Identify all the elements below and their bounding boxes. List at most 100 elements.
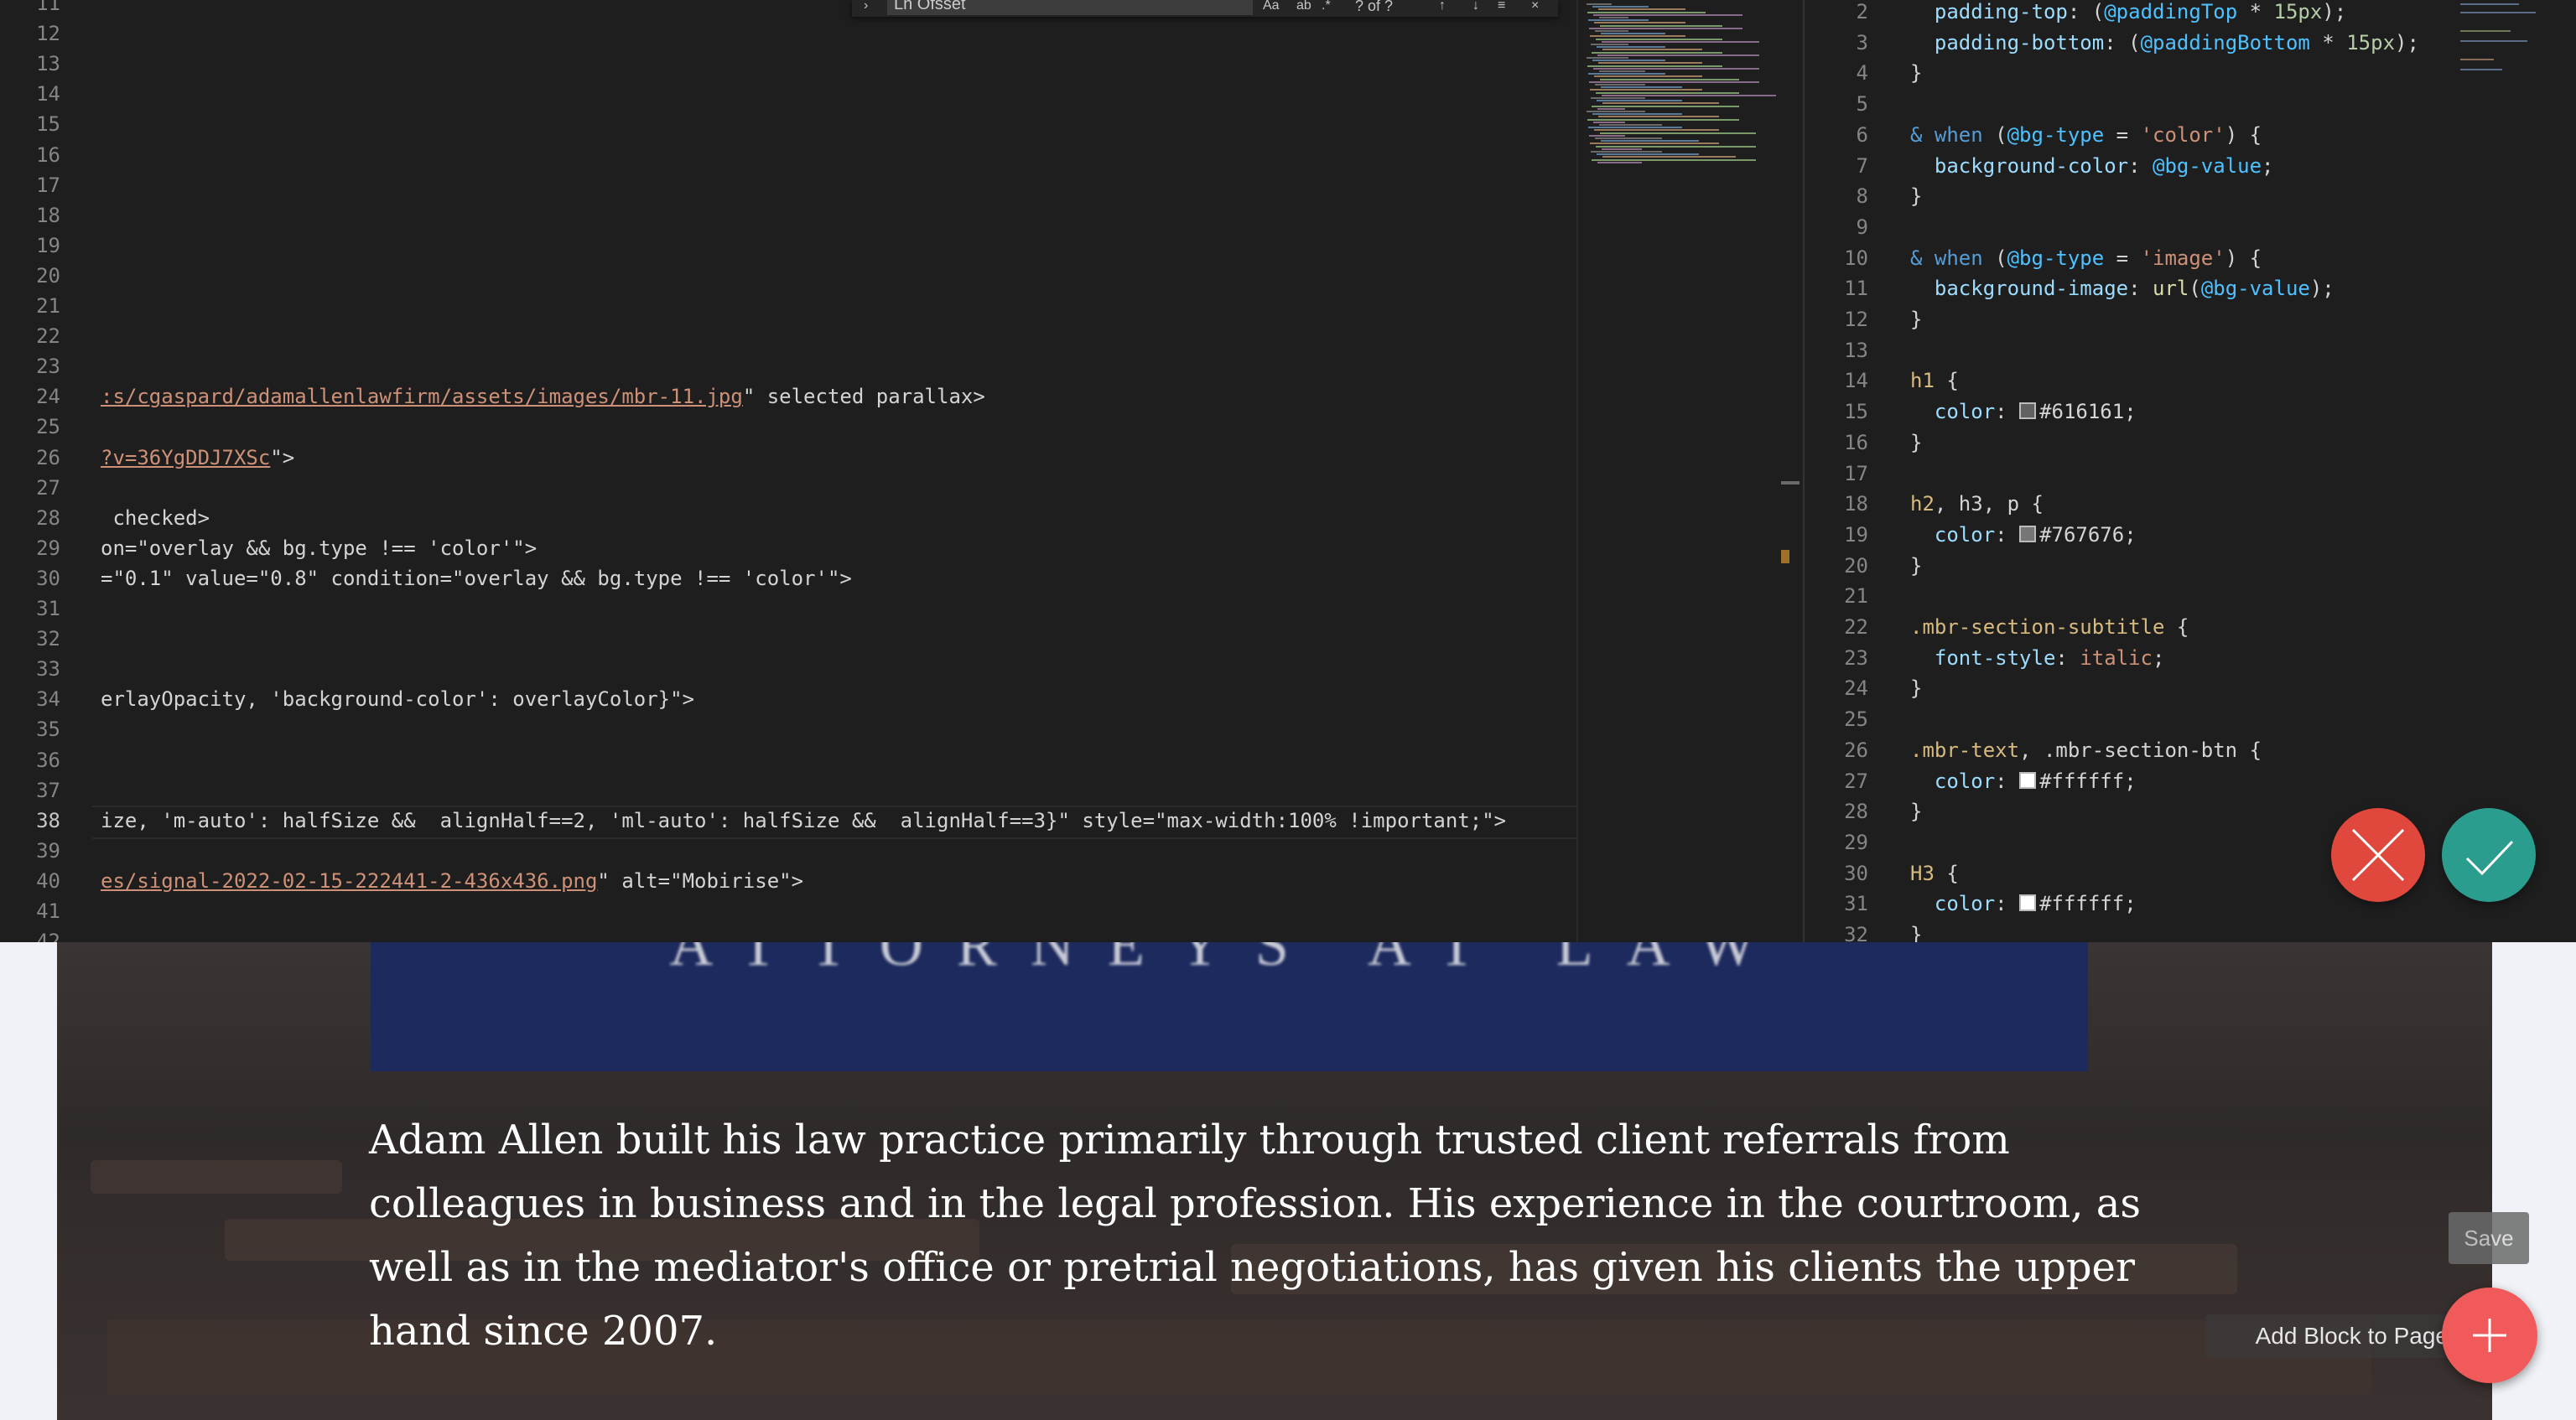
css-code-line[interactable]: } (1910, 181, 1922, 211)
css-code-line[interactable]: padding-top: (@paddingTop * 15px); (1910, 0, 2346, 27)
css-code-line[interactable]: font-style: italic; (1910, 643, 2165, 673)
check-icon (2442, 808, 2536, 902)
html-editor[interactable]: › Ln Ofsset Aa ab .* ? of ? ↑ ↓ ≡ × 11 12… (0, 0, 1576, 942)
line-number: 16 (36, 143, 60, 167)
bio-line: colleagues in business and in the legal … (369, 1180, 2141, 1227)
find-in-selection-icon[interactable]: ≡ (1498, 0, 1505, 13)
minimap-line (1600, 78, 1739, 80)
css-code-line[interactable]: } (1910, 551, 1922, 581)
apply-button[interactable] (2442, 808, 2536, 902)
line-number: 24 (36, 385, 60, 409)
minimap-line (1601, 33, 1665, 35)
match-case-icon[interactable]: Aa (1263, 0, 1280, 13)
css-code-line[interactable]: color: #767676; (1910, 520, 2137, 550)
line-number: 31 (1844, 892, 1868, 916)
minimap-line (1594, 75, 1702, 78)
code-link[interactable]: ?v=36YgDDJ7XSc (101, 446, 270, 469)
css-code-line[interactable]: background-image: url(@bg-value); (1910, 273, 2334, 303)
line-number: 21 (36, 294, 60, 318)
minimap-line (1593, 121, 1625, 123)
css-code-line[interactable]: color: #616161; (1910, 396, 2137, 427)
previous-match-icon[interactable]: ↑ (1439, 0, 1446, 13)
bio-text[interactable]: Adam Allen built his law practice primar… (369, 1108, 2147, 1363)
minimap-line (1602, 94, 1776, 96)
minimap-line (1597, 46, 1665, 49)
code-line[interactable]: erlayOpacity, 'background-color': overla… (101, 684, 694, 714)
css-code-line[interactable]: h2, h3, p { (1910, 489, 2044, 519)
line-number: 16 (1844, 430, 1868, 454)
minimap-line (1593, 67, 1759, 70)
code-line[interactable]: ?v=36YgDDJ7XSc"> (101, 443, 294, 473)
minimap[interactable] (1576, 0, 1781, 942)
line-number: 12 (36, 22, 60, 46)
next-match-icon[interactable]: ↓ (1472, 0, 1479, 13)
plus-icon (2473, 1319, 2506, 1352)
editor-scrollbar[interactable] (1778, 0, 1803, 942)
code-line[interactable]: checked> (101, 503, 210, 533)
minimap-line (1587, 111, 1645, 112)
regex-icon[interactable]: .* (1322, 0, 1331, 13)
line-number: 30 (1844, 861, 1868, 885)
css-code-line[interactable]: H3 { (1910, 858, 1959, 889)
css-code-line[interactable]: } (1910, 58, 1922, 88)
line-number: 13 (36, 52, 60, 76)
match-word-icon[interactable]: ab (1296, 0, 1311, 13)
color-swatch[interactable] (2019, 525, 2037, 542)
minimap-line (1595, 84, 1645, 86)
line-number: 42 (36, 930, 60, 942)
scrollbar-thumb[interactable] (1781, 481, 1800, 485)
chevron-right-icon[interactable]: › (864, 0, 868, 13)
close-find-icon[interactable]: × (1531, 0, 1539, 13)
line-number: 29 (36, 536, 60, 560)
save-button[interactable]: Save (2449, 1212, 2529, 1264)
css-code-line[interactable]: .mbr-text, .mbr-section-btn { (1910, 735, 2262, 765)
color-swatch[interactable] (2019, 771, 2037, 789)
css-minimap[interactable] (2460, 0, 2561, 92)
css-code-line[interactable]: padding-bottom: (@paddingBottom * 15px); (1910, 28, 2419, 58)
code-link[interactable]: :s/cgaspard/adamallenlawfirm/assets/imag… (101, 385, 743, 408)
line-number: 26 (36, 445, 60, 469)
minimap-line (1594, 129, 1719, 132)
minimap-line (1591, 44, 1628, 45)
css-code-line[interactable]: background-color: @bg-value; (1910, 151, 2274, 181)
css-code-line[interactable]: h1 { (1910, 365, 1959, 396)
line-number: 17 (36, 173, 60, 197)
code-link[interactable]: es/signal-2022-02-15-222441-2-436x436.pn… (101, 869, 597, 893)
css-code-line[interactable]: & when (@bg-type = 'image') { (1910, 243, 2262, 273)
css-code-line[interactable]: } (1910, 304, 1922, 334)
line-number: 13 (1844, 338, 1868, 362)
css-code-line[interactable]: } (1910, 428, 1922, 458)
line-number: 30 (36, 566, 60, 590)
code-line[interactable]: ize, 'm-auto': halfSize && alignHalf==2,… (101, 806, 1506, 836)
code-line[interactable]: on="overlay && bg.type !== 'color'"> (101, 533, 537, 563)
line-number: 33 (36, 657, 60, 681)
code-line[interactable]: ="0.1" value="0.8" condition="overlay &&… (101, 563, 852, 593)
css-editor[interactable]: 2 padding-top: (@paddingTop * 15px); 3 pa… (1803, 0, 2576, 942)
line-number: 27 (36, 475, 60, 500)
line-number: 21 (1844, 584, 1868, 609)
find-input[interactable]: Ln Ofsset (887, 0, 1253, 15)
code-line[interactable]: :s/cgaspard/adamallenlawfirm/assets/imag… (101, 381, 985, 412)
minimap-line (1597, 54, 1759, 56)
css-code-line[interactable]: & when (@bg-type = 'color') { (1910, 120, 2262, 150)
minimap-line (1590, 35, 1685, 38)
css-code-line[interactable]: .mbr-section-subtitle { (1910, 612, 2189, 642)
minimap-line (1597, 100, 1682, 102)
line-number: 14 (36, 82, 60, 106)
line-number: 28 (1844, 800, 1868, 824)
css-code-line[interactable]: color: #ffffff; (1910, 766, 2137, 796)
css-code-line[interactable]: } (1910, 920, 1922, 942)
color-swatch[interactable] (2019, 402, 2037, 420)
minimap-line (1587, 118, 1739, 121)
line-number: 7 (1856, 153, 1868, 178)
css-code-line[interactable]: } (1910, 796, 1922, 827)
cancel-button[interactable] (2331, 808, 2425, 902)
add-block-button[interactable] (2442, 1288, 2537, 1383)
color-swatch[interactable] (2019, 894, 2037, 912)
line-number: 12 (1844, 308, 1868, 331)
line-number: 31 (36, 597, 60, 620)
css-code-line[interactable]: color: #ffffff; (1910, 889, 2137, 919)
css-code-line[interactable]: } (1910, 673, 1922, 703)
minimap-line (1592, 51, 1722, 54)
code-line[interactable]: es/signal-2022-02-15-222441-2-436x436.pn… (101, 866, 803, 896)
